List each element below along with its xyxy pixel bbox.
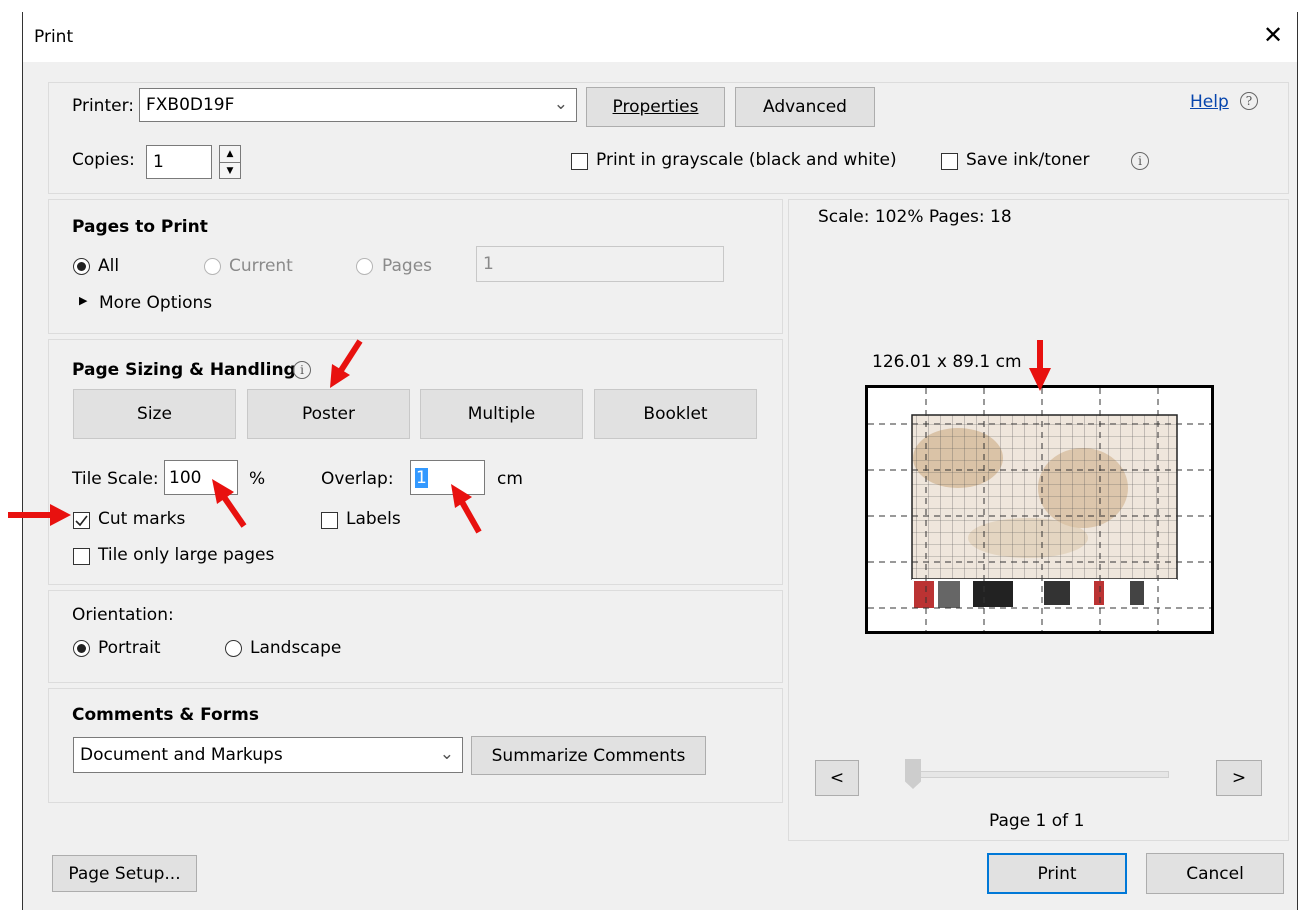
- arrow-preview-head: [1029, 368, 1051, 391]
- arrow-poster: [337, 339, 363, 374]
- annotation-arrows: [8, 339, 1051, 534]
- arrow-overlap: [459, 500, 482, 534]
- arrow-tile-scale: [221, 495, 247, 528]
- arrow-cut-marks-head: [50, 504, 71, 526]
